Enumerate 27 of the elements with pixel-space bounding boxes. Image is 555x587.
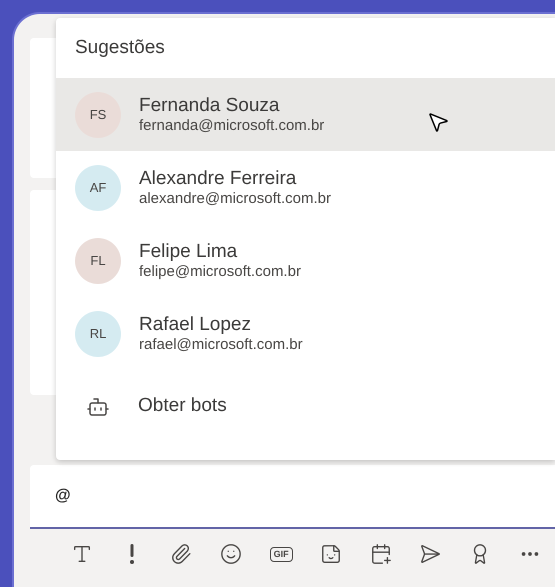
popup-title: Sugestões <box>74 36 166 60</box>
suggestion-item[interactable]: FL Felipe Lima felipe@microsoft.com.br <box>56 224 555 297</box>
gif-button[interactable]: GIF <box>270 546 293 562</box>
send-icon[interactable] <box>419 543 442 565</box>
calendar-icon[interactable] <box>370 543 392 565</box>
person-email: rafael@microsoft.com.br <box>139 336 303 354</box>
emoji-icon[interactable] <box>220 543 242 565</box>
message-input[interactable]: @ <box>30 465 555 529</box>
person-email: alexandre@microsoft.com.br <box>139 190 331 208</box>
person-name: Alexandre Ferreira <box>139 168 298 190</box>
get-bots-label: Obter bots <box>138 394 227 418</box>
person-email: felipe@microsoft.com.br <box>139 262 301 280</box>
avatar: FL <box>75 238 121 284</box>
suggestion-item[interactable]: AF Alexandre Ferreira alexandre@microsoft.com.br <box>56 151 555 224</box>
avatar: RL <box>75 310 121 356</box>
avatar: FS <box>75 92 121 138</box>
person-name: Fernanda Souza <box>139 94 280 116</box>
paperclip-icon[interactable] <box>170 543 192 565</box>
suggestion-item[interactable]: RL Rafael Lopez rafael@microsoft.com.br <box>56 297 555 370</box>
avatar: AF <box>75 164 121 210</box>
suggestion-item[interactable]: FS Fernanda Souza fernanda@microsoft.com.br <box>56 78 555 151</box>
person-name: Rafael Lopez <box>139 314 252 336</box>
person-email: fernanda@microsoft.com.br <box>139 116 324 134</box>
exclamation-icon[interactable] <box>128 544 135 564</box>
sticker-icon[interactable] <box>320 543 342 565</box>
get-bots-item[interactable]: Obter bots <box>56 370 555 443</box>
person-name: Felipe Lima <box>139 240 238 262</box>
